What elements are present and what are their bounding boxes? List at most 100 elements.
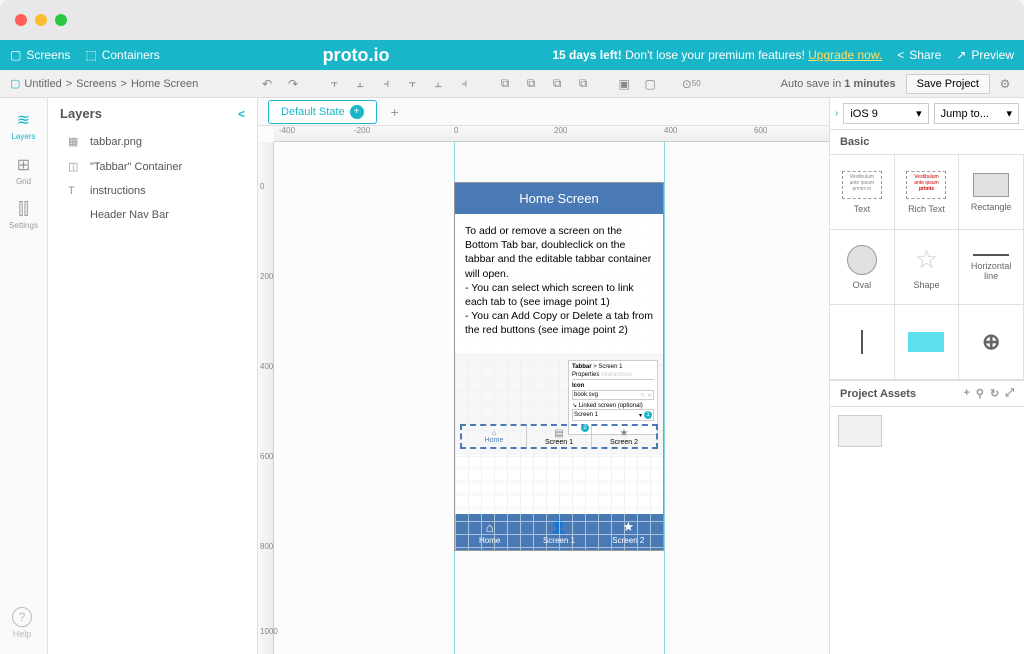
refresh-asset-icon[interactable]: ↻ (990, 387, 999, 400)
align-middle-icon[interactable]: ⫠ (429, 75, 447, 93)
preview-button[interactable]: ↗ Preview (956, 48, 1014, 62)
chevron-right-icon[interactable]: › (835, 108, 838, 119)
layer-item-tabbar-png[interactable]: ▦ tabbar.png (48, 129, 257, 154)
tabbar-example: ⌂Home ▤Screen 12 ★Screen 2 (460, 424, 658, 449)
logo: proto.io (323, 45, 390, 66)
rail-layers[interactable]: ≋ Layers (4, 103, 44, 148)
book-icon: ▤ (554, 428, 563, 439)
lib-target[interactable]: ⊕ (959, 305, 1024, 380)
lib-rectangle[interactable]: Rectangle (959, 155, 1024, 230)
add-asset-icon[interactable]: + (963, 387, 969, 400)
canvas[interactable]: -400 -200 0 200 400 600 0 200 400 600 80… (258, 126, 829, 654)
instructions-text[interactable]: To add or remove a screen on the Bottom … (455, 214, 663, 354)
breadcrumb-untitled[interactable]: Untitled (24, 78, 61, 90)
collapse-layers-button[interactable]: < (238, 107, 245, 121)
layers-icon: ≋ (17, 110, 30, 130)
containers-nav[interactable]: ⬚ Containers (85, 48, 159, 62)
asset-thumbnail[interactable] (838, 415, 882, 447)
align-bottom-icon[interactable]: ⫞ (455, 75, 473, 93)
state-tab-default[interactable]: Default State + (268, 100, 377, 124)
group-icon[interactable]: ▣ (615, 75, 633, 93)
zoom-icon[interactable]: ⊙50 (682, 75, 700, 93)
settings-gear-icon[interactable]: ⚙ (996, 75, 1014, 93)
screens-nav[interactable]: ▢ Screens (10, 48, 70, 62)
lib-hline[interactable]: Horizontal line (959, 230, 1024, 305)
undo-icon[interactable]: ↶ (258, 75, 276, 93)
lib-rich-text[interactable]: Vestibulum ante ipsum primisRich Text (895, 155, 960, 230)
guide-right[interactable] (664, 142, 665, 654)
breadcrumb-bar: ▢ Untitled > Screens > Home Screen ↶ ↷ ⫟… (0, 70, 1024, 98)
layer-item-header-nav[interactable]: Header Nav Bar (48, 203, 257, 227)
lib-shape[interactable]: ☆Shape (895, 230, 960, 305)
top-navbar: ▢ Screens ⬚ Containers proto.io 15 days … (0, 40, 1024, 70)
trial-notice: 15 days left! Don't lose your premium fe… (552, 48, 882, 62)
rail-settings[interactable]: ⫿⫿ Settings (4, 193, 44, 238)
canvas-area: Default State + + -400 -200 0 200 400 60… (258, 98, 829, 654)
chevron-down-icon: ▾ (916, 107, 922, 120)
container-icon: ◫ (68, 160, 82, 173)
close-window-button[interactable] (15, 14, 27, 26)
search-asset-icon[interactable]: ⚲ (976, 387, 984, 400)
align-top-icon[interactable]: ⫟ (403, 75, 421, 93)
screen-icon: ▢ (10, 77, 20, 90)
bring-forward-icon[interactable]: ⧉ (522, 75, 540, 93)
screen-icon: ▢ (10, 48, 21, 62)
star-icon: ☆ (915, 244, 938, 275)
add-state-button[interactable]: + (383, 104, 407, 120)
save-project-button[interactable]: Save Project (906, 74, 990, 94)
lib-text[interactable]: Vestibulum ante ipsum primis inText (830, 155, 895, 230)
chevron-down-icon: ▾ (1006, 107, 1012, 120)
breadcrumb: ▢ Untitled > Screens > Home Screen (10, 77, 198, 90)
ungroup-icon[interactable]: ▢ (641, 75, 659, 93)
tabbar-image[interactable]: Tabbar > Screen 1 Properties Interaction… (455, 354, 663, 454)
container-icon: ⬚ (85, 48, 96, 62)
lib-oval[interactable]: Oval (830, 230, 895, 305)
align-center-icon[interactable]: ⫠ (351, 75, 369, 93)
share-icon: < (897, 48, 904, 62)
help-button[interactable]: ? Help (12, 607, 32, 639)
layers-panel: Layers < ▦ tabbar.png ◫ "Tabbar" Contain… (48, 98, 258, 654)
maximize-window-button[interactable] (55, 14, 67, 26)
horizontal-ruler: -400 -200 0 200 400 600 (274, 126, 829, 142)
expand-asset-icon[interactable]: ⤢ (1005, 387, 1014, 400)
containers-label: Containers (102, 48, 160, 62)
screens-label: Screens (26, 48, 70, 62)
plus-icon: + (350, 105, 364, 119)
autosave-status: Auto save in 1 minutes (781, 78, 896, 90)
bring-front-icon[interactable]: ⧉ (496, 75, 514, 93)
device-frame[interactable]: Home Screen To add or remove a screen on… (454, 182, 664, 551)
assets-title: Project Assets (840, 388, 916, 400)
align-left-icon[interactable]: ⫟ (325, 75, 343, 93)
breadcrumb-current: Home Screen (131, 78, 198, 90)
layer-item-tabbar-container[interactable]: ◫ "Tabbar" Container (48, 154, 257, 179)
lib-vline[interactable] (830, 305, 895, 380)
platform-select[interactable]: iOS 9▾ (843, 103, 928, 124)
help-icon: ? (12, 607, 32, 627)
library-section-basic: Basic (830, 130, 1024, 155)
device-header[interactable]: Home Screen (455, 183, 663, 214)
sliders-icon: ⫿⫿ (18, 201, 28, 219)
text-icon: T (68, 185, 82, 197)
send-backward-icon[interactable]: ⧉ (548, 75, 566, 93)
jumpto-select[interactable]: Jump to...▾ (934, 103, 1019, 124)
rail-grid[interactable]: ⊞ Grid (4, 148, 44, 193)
home-icon: ⌂ (492, 430, 496, 437)
share-button[interactable]: < Share (897, 48, 941, 62)
crosshair-icon: ⊕ (982, 329, 1000, 355)
breadcrumb-screens[interactable]: Screens (76, 78, 116, 90)
layers-title: Layers (60, 106, 102, 121)
align-right-icon[interactable]: ⫞ (377, 75, 395, 93)
lib-fill[interactable] (895, 305, 960, 380)
minimize-window-button[interactable] (35, 14, 47, 26)
grid-icon: ⊞ (17, 155, 30, 175)
star-icon: ★ (620, 428, 629, 439)
preview-icon: ↗ (956, 48, 966, 62)
send-back-icon[interactable]: ⧉ (574, 75, 592, 93)
window-titlebar (0, 0, 1024, 40)
layer-item-instructions[interactable]: T instructions (48, 179, 257, 203)
upgrade-link[interactable]: Upgrade now. (808, 48, 882, 62)
component-library: › iOS 9▾ Jump to...▾ Basic Vestibulum an… (829, 98, 1024, 654)
redo-icon[interactable]: ↷ (284, 75, 302, 93)
vertical-ruler: 0 200 400 600 800 1000 (258, 142, 274, 654)
left-rail: ≋ Layers ⊞ Grid ⫿⫿ Settings ? Help (0, 98, 48, 654)
